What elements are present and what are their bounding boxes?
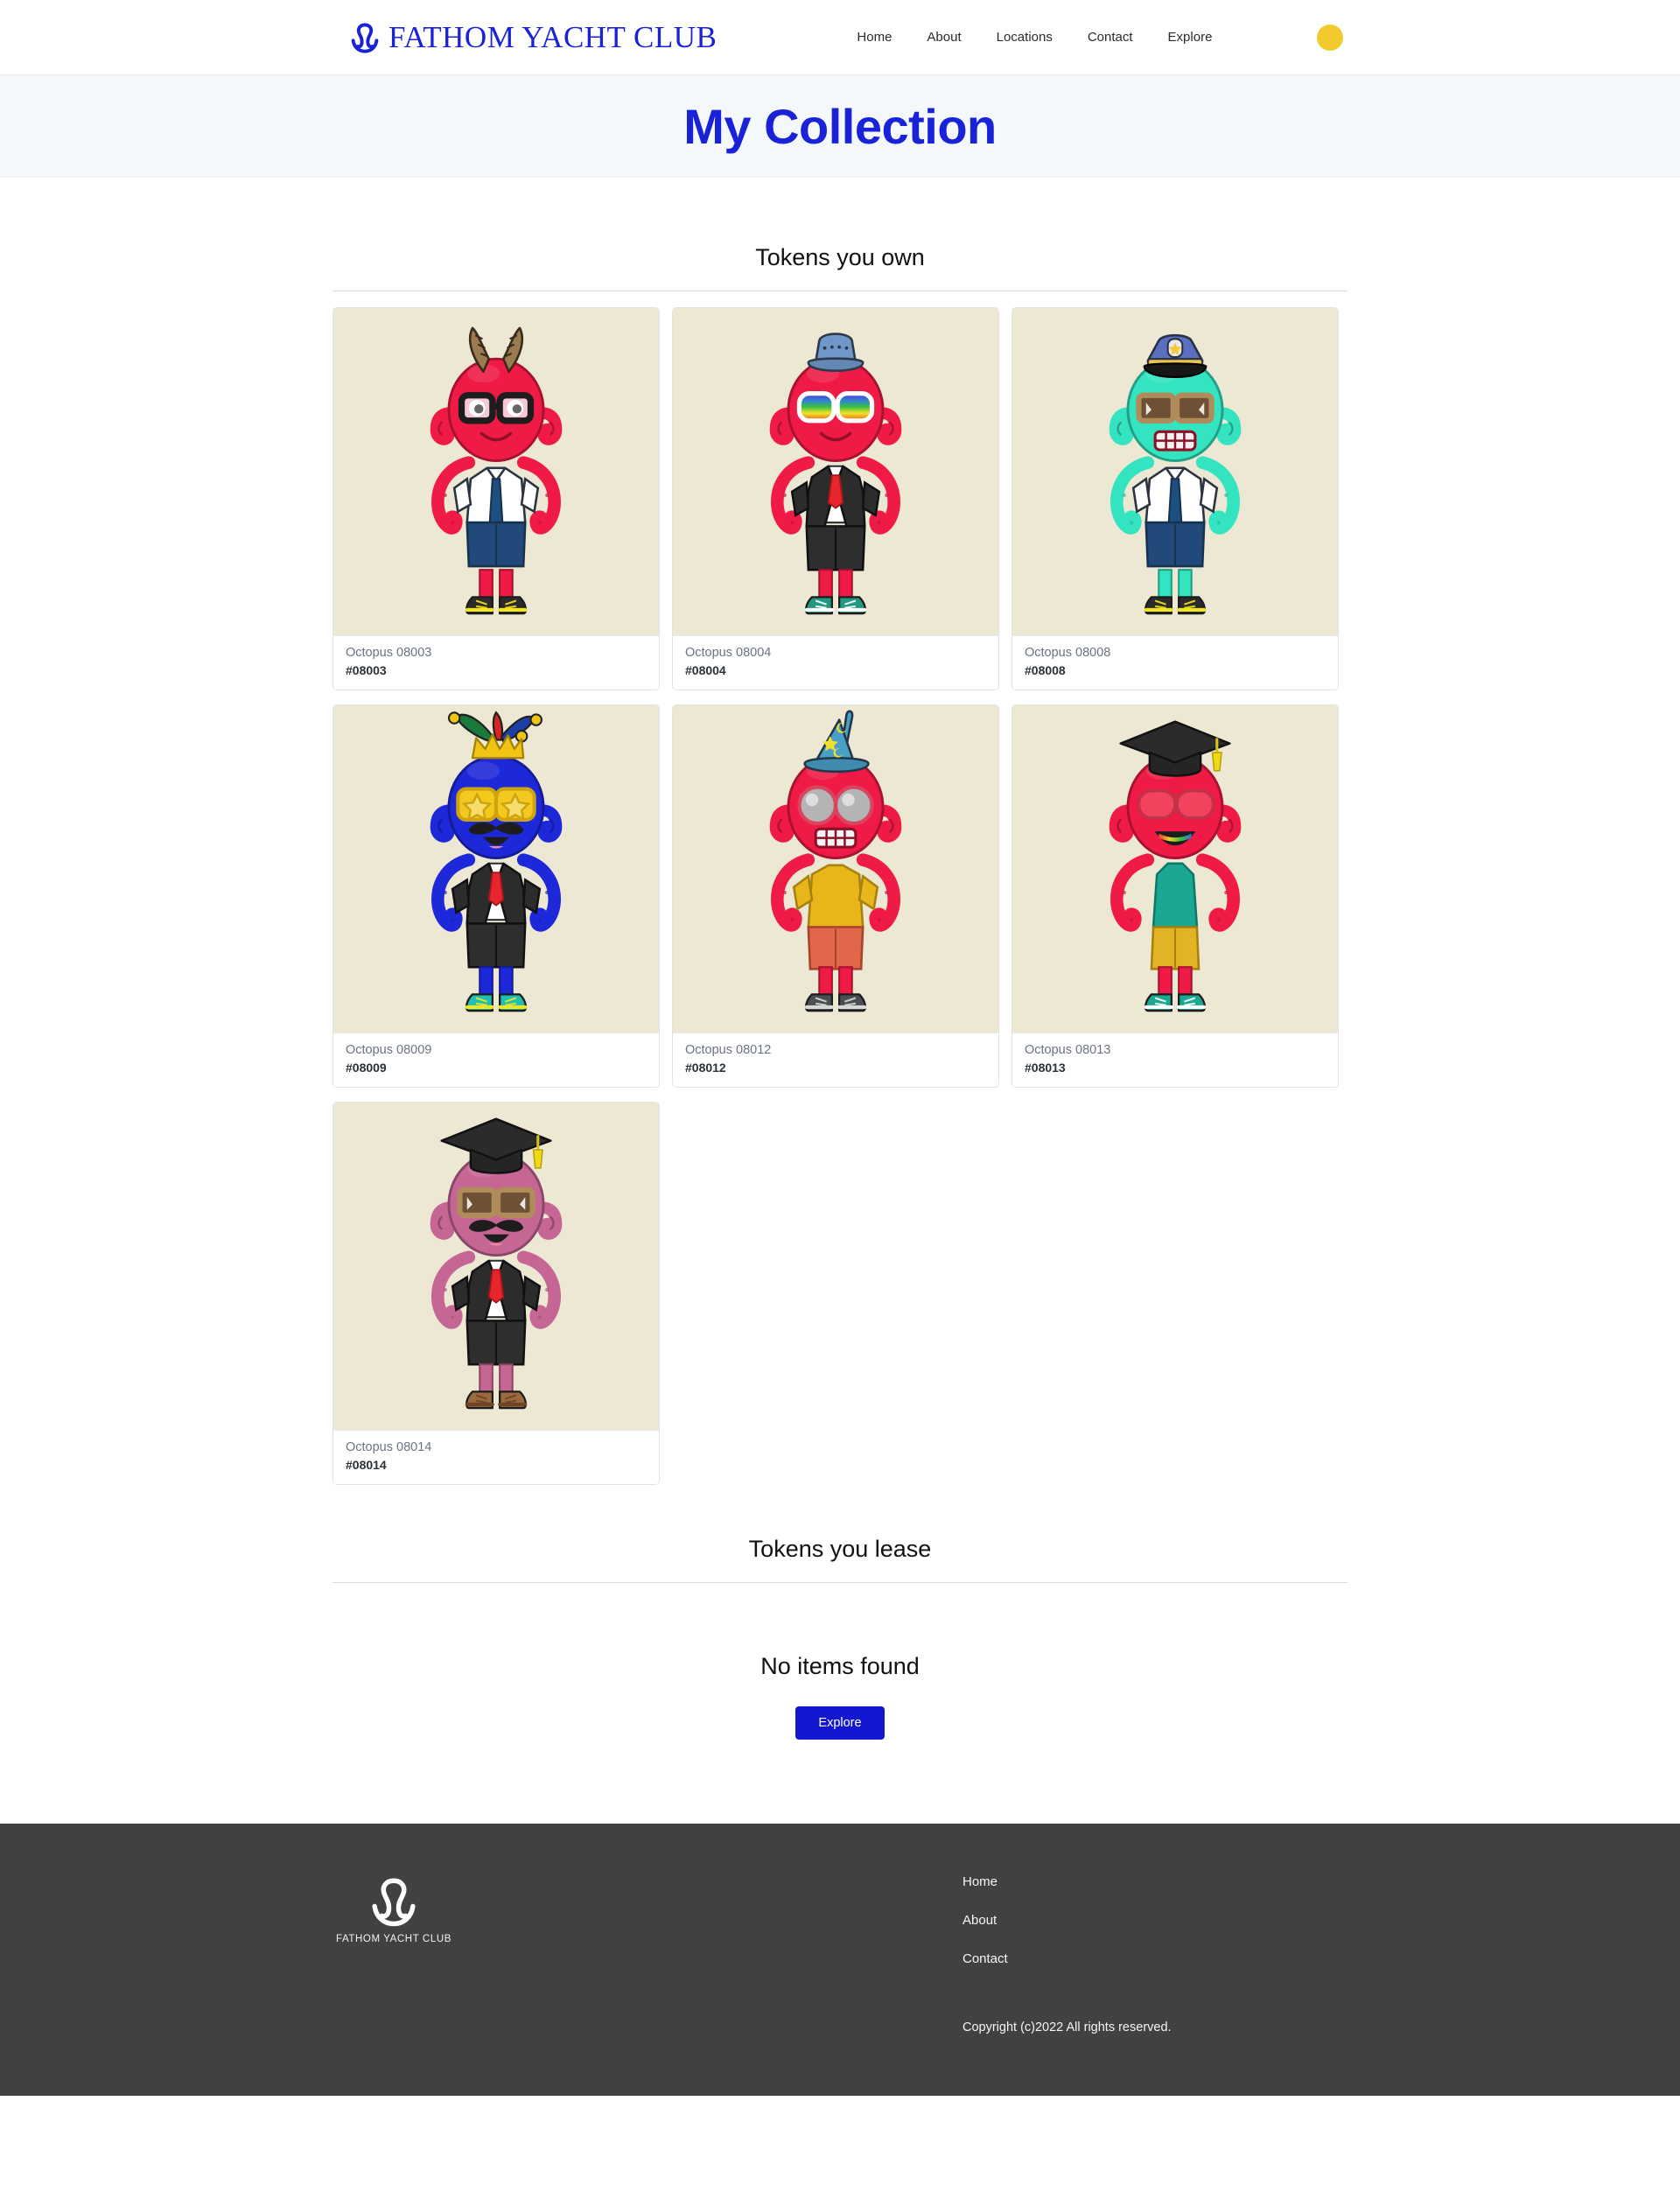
token-artwork[interactable] <box>673 705 998 1033</box>
copyright-text: Copyright (c)2022 All rights reserved. <box>962 2020 1172 2035</box>
top-navbar: FATHOM YACHT CLUB Home About Locations C… <box>0 0 1680 75</box>
nav-item-contact[interactable]: Contact <box>1088 30 1133 45</box>
footer-brand: FATHOM YACHT CLUB <box>324 1874 464 1944</box>
leased-section-heading: Tokens you lease <box>748 1536 932 1563</box>
token-id: #08009 <box>346 1060 387 1075</box>
token-name: Octopus 08014 <box>346 1440 432 1455</box>
brand-link[interactable]: FATHOM YACHT CLUB <box>350 21 717 54</box>
brand-name: FATHOM YACHT CLUB <box>388 20 718 54</box>
token-artwork[interactable] <box>1012 308 1338 635</box>
owned-section-heading: Tokens you own <box>755 244 925 270</box>
token-card[interactable]: Octopus 08014 #08014 <box>332 1102 660 1486</box>
token-artwork[interactable] <box>673 308 998 635</box>
token-artwork[interactable] <box>333 1103 659 1431</box>
leased-section: Tokens you lease No items found Explore <box>332 1485 1348 1740</box>
token-id: #08004 <box>685 662 726 677</box>
main-content: Tokens you own Octopus 08003 #08003 Octo… <box>332 178 1348 1824</box>
token-name: Octopus 08008 <box>1025 646 1111 660</box>
primary-nav: Home About Locations Contact Explore <box>857 30 1212 45</box>
octopus-anchor-logo-icon <box>367 1874 421 1929</box>
page-hero: My Collection <box>0 75 1680 178</box>
token-id: #08012 <box>685 1060 726 1075</box>
token-id: #08013 <box>1025 1060 1066 1075</box>
token-card-body: Octopus 08014 #08014 <box>333 1430 659 1485</box>
token-id: #08014 <box>346 1457 387 1472</box>
account-avatar[interactable] <box>1317 24 1344 51</box>
empty-state-message: No items found <box>760 1653 920 1680</box>
token-card[interactable]: Octopus 08003 #08003 <box>332 307 660 691</box>
octopus-anchor-logo-icon <box>350 21 380 54</box>
token-card[interactable]: Octopus 08004 #08004 <box>672 307 999 691</box>
token-card[interactable]: Octopus 08012 #08012 <box>672 704 999 1089</box>
token-name: Octopus 08012 <box>685 1043 772 1058</box>
token-card[interactable]: Octopus 08009 #08009 <box>332 704 660 1089</box>
site-footer: FATHOM YACHT CLUB Home About Contact Cop… <box>0 1824 1680 2097</box>
navbar-inner: FATHOM YACHT CLUB Home About Locations C… <box>332 0 1348 74</box>
token-name: Octopus 08003 <box>346 646 432 660</box>
token-card-body: Octopus 08004 #08004 <box>673 635 998 690</box>
token-name: Octopus 08013 <box>1025 1043 1111 1058</box>
footer-link-about[interactable]: About <box>962 1913 997 1928</box>
token-id: #08008 <box>1025 662 1066 677</box>
footer-inner: FATHOM YACHT CLUB Home About Contact Cop… <box>293 1874 1387 2034</box>
token-card-body: Octopus 08012 #08012 <box>673 1033 998 1088</box>
nav-item-about[interactable]: About <box>927 30 961 45</box>
explore-button-wrap: Explore <box>332 1706 1348 1740</box>
token-name: Octopus 08004 <box>685 646 772 660</box>
token-card[interactable]: Octopus 08008 #08008 <box>1012 307 1339 691</box>
explore-button[interactable]: Explore <box>795 1706 885 1740</box>
token-card-body: Octopus 08009 #08009 <box>333 1033 659 1088</box>
token-id: #08003 <box>346 662 387 677</box>
token-card-body: Octopus 08003 #08003 <box>333 635 659 690</box>
token-card-body: Octopus 08008 #08008 <box>1012 635 1338 690</box>
token-artwork[interactable] <box>333 308 659 635</box>
token-artwork[interactable] <box>1012 705 1338 1033</box>
token-card-body: Octopus 08013 #08013 <box>1012 1033 1338 1088</box>
token-card[interactable]: Octopus 08013 #08013 <box>1012 704 1339 1089</box>
footer-link-contact[interactable]: Contact <box>962 1951 1008 1966</box>
token-artwork[interactable] <box>333 705 659 1033</box>
nav-item-explore[interactable]: Explore <box>1168 30 1213 45</box>
footer-nav: Home About Contact Copyright (c)2022 All… <box>962 1874 1172 2034</box>
nav-item-home[interactable]: Home <box>857 30 892 45</box>
nav-item-locations[interactable]: Locations <box>997 30 1053 45</box>
leased-divider <box>332 1582 1348 1584</box>
token-name: Octopus 08009 <box>346 1043 432 1058</box>
page-title: My Collection <box>683 98 997 154</box>
footer-link-home[interactable]: Home <box>962 1874 998 1889</box>
owned-token-grid: Octopus 08003 #08003 Octopus 08004 #0800… <box>332 307 1348 1486</box>
footer-brand-name: FATHOM YACHT CLUB <box>335 1934 452 1945</box>
